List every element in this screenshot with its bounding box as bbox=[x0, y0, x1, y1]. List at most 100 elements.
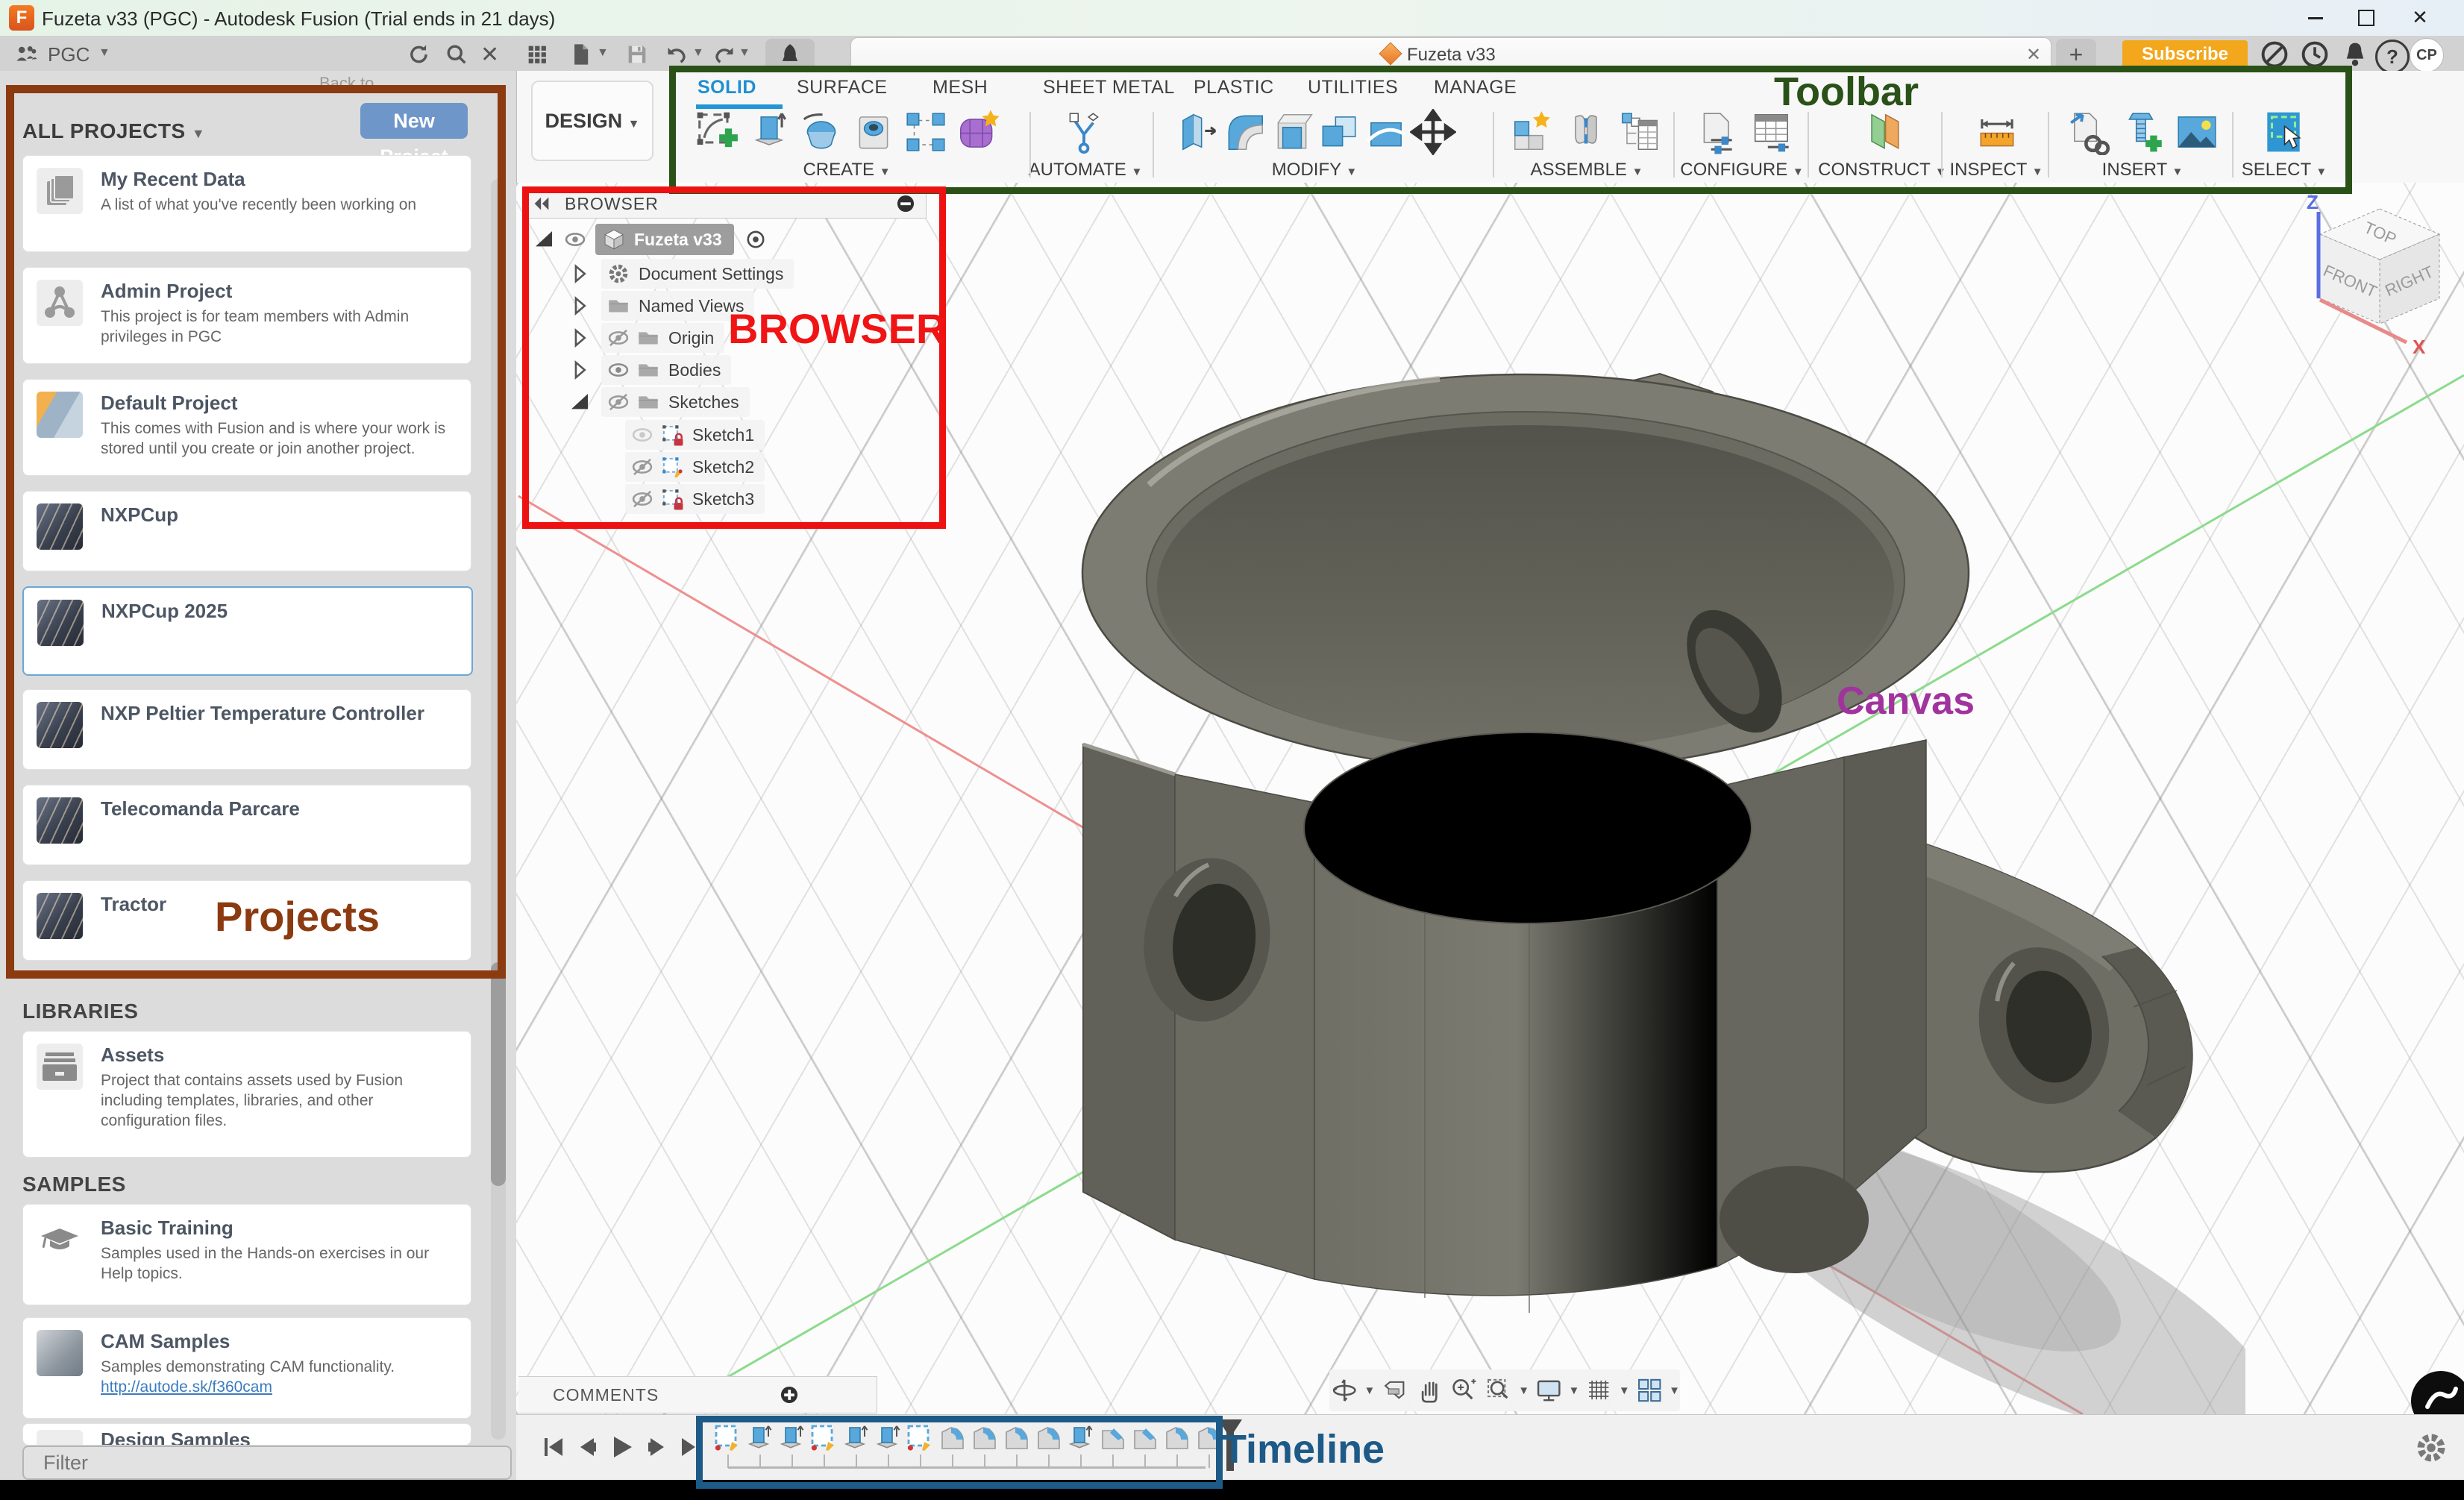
node-chip[interactable]: Sketch1 bbox=[625, 420, 765, 450]
timeline-feature-sketch[interactable] bbox=[713, 1423, 743, 1453]
sample-card-cam-samples[interactable]: CAM Samples Samples demonstrating CAM fu… bbox=[22, 1317, 471, 1419]
eye-icon[interactable] bbox=[606, 357, 631, 383]
notifications-bell-icon[interactable] bbox=[2339, 39, 2371, 70]
eye-slash-icon[interactable] bbox=[630, 486, 655, 512]
bom-icon[interactable] bbox=[1617, 109, 1663, 155]
new-document-icon[interactable] bbox=[565, 42, 595, 67]
timeline-feature-fillet[interactable] bbox=[970, 1423, 1000, 1453]
projects-filter-header[interactable]: ALL PROJECTS ▼ bbox=[22, 119, 205, 143]
tab-utilities[interactable]: UTILITIES bbox=[1308, 77, 1398, 98]
viewports-icon[interactable] bbox=[1634, 1374, 1664, 1407]
collapsed-arrow-icon[interactable] bbox=[567, 325, 592, 351]
timeline-feature-fillet[interactable] bbox=[1034, 1423, 1064, 1453]
timeline-feature-sketch[interactable] bbox=[906, 1423, 935, 1453]
group-inspect[interactable]: INSPECT ▼ bbox=[1949, 160, 2043, 181]
back-link[interactable]: Back to bbox=[319, 74, 374, 93]
automate-icon[interactable] bbox=[1061, 109, 1107, 155]
timeline-feature-chamfer[interactable] bbox=[1098, 1423, 1128, 1453]
clear-search-icon[interactable]: ✕ bbox=[480, 42, 499, 68]
tree-row-sketch1[interactable]: Sketch1 bbox=[625, 419, 765, 451]
workspace-selector[interactable]: DESIGN ▼ bbox=[531, 81, 653, 161]
node-chip[interactable]: Document Settings bbox=[601, 259, 794, 289]
activate-component-radio-icon[interactable] bbox=[743, 227, 768, 252]
tab-manage[interactable]: MANAGE bbox=[1434, 77, 1517, 98]
team-name[interactable]: PGC bbox=[48, 43, 90, 66]
panel-scrollbar-thumb[interactable] bbox=[491, 962, 506, 1186]
tree-row-bodies[interactable]: Bodies bbox=[567, 354, 731, 386]
group-configure[interactable]: CONFIGURE ▼ bbox=[1680, 160, 1804, 181]
new-document-chevron-icon[interactable]: ▼ bbox=[597, 46, 609, 60]
node-chip[interactable]: Sketches bbox=[601, 387, 750, 417]
redo-chevron-icon[interactable]: ▼ bbox=[739, 46, 750, 60]
orbit-icon[interactable] bbox=[1329, 1374, 1359, 1407]
eye-slash-icon[interactable] bbox=[606, 389, 631, 415]
tree-row-origin[interactable]: Origin bbox=[567, 322, 724, 354]
search-icon[interactable] bbox=[442, 42, 471, 67]
timeline-feature-fillet[interactable] bbox=[1162, 1423, 1192, 1453]
timeline-feature-sketch[interactable] bbox=[809, 1423, 839, 1453]
timeline-feature-extrude[interactable] bbox=[874, 1423, 903, 1453]
new-project-button[interactable]: New Project bbox=[360, 103, 468, 139]
fit-icon[interactable] bbox=[1484, 1374, 1514, 1407]
project-card-telecomanda[interactable]: Telecomanda Parcare bbox=[22, 785, 471, 865]
display-settings-icon[interactable] bbox=[1534, 1374, 1564, 1407]
sample-card-basic-training[interactable]: Basic Training Samples used in the Hands… bbox=[22, 1204, 471, 1305]
tree-root-row[interactable]: Fuzeta v33 bbox=[531, 224, 768, 255]
refresh-icon[interactable] bbox=[404, 42, 434, 67]
grid-settings-icon[interactable] bbox=[1584, 1374, 1614, 1407]
tab-plastic[interactable]: PLASTIC bbox=[1194, 77, 1274, 98]
apps-grid-icon[interactable] bbox=[522, 42, 552, 67]
eye-dim-icon[interactable] bbox=[630, 422, 655, 448]
revolve-icon[interactable] bbox=[798, 109, 844, 155]
redo-icon[interactable] bbox=[709, 42, 739, 67]
close-window-button[interactable]: ✕ bbox=[2404, 6, 2436, 28]
timeline-feature-extrude[interactable] bbox=[841, 1423, 871, 1453]
collapsed-arrow-icon[interactable] bbox=[567, 357, 592, 383]
tree-row-sketches[interactable]: Sketches bbox=[567, 386, 750, 418]
timeline-feature-fillet[interactable] bbox=[938, 1423, 968, 1453]
comments-bar[interactable]: COMMENTS bbox=[518, 1376, 877, 1413]
tree-row-sketch3[interactable]: Sketch3 bbox=[625, 483, 765, 515]
collapsed-arrow-icon[interactable] bbox=[567, 261, 592, 286]
help-icon[interactable]: ? bbox=[2375, 40, 2410, 74]
node-chip[interactable]: Origin bbox=[601, 323, 724, 353]
expanded-arrow-icon[interactable] bbox=[531, 227, 557, 252]
avatar[interactable]: CP bbox=[2410, 38, 2444, 72]
grid-chevron-icon[interactable]: ▼ bbox=[1619, 1384, 1630, 1397]
timeline-feature-extrude[interactable] bbox=[745, 1423, 775, 1453]
timeline-go-to-end-button[interactable] bbox=[676, 1432, 706, 1462]
select-icon[interactable] bbox=[2260, 109, 2307, 155]
timeline-feature-chamfer[interactable] bbox=[1130, 1423, 1160, 1453]
project-card-my-recent-data[interactable]: My Recent Data A list of what you've rec… bbox=[22, 155, 471, 252]
view-cube[interactable]: TOP FRONT RIGHT Z X bbox=[2296, 188, 2464, 356]
insert-canvas-icon[interactable] bbox=[2174, 109, 2220, 155]
library-card-assets[interactable]: Assets Project that contains assets used… bbox=[22, 1031, 471, 1158]
timeline-feature-extrude[interactable] bbox=[777, 1423, 807, 1453]
timeline-step-forward-button[interactable] bbox=[642, 1432, 671, 1462]
tab-sheet-metal[interactable]: SHEET METAL bbox=[1043, 77, 1175, 98]
document-tab[interactable]: Fuzeta v33 ✕ bbox=[850, 37, 2051, 72]
timeline-step-back-button[interactable] bbox=[573, 1432, 603, 1462]
model-3d-clamp[interactable] bbox=[1037, 351, 2245, 1440]
group-select[interactable]: SELECT ▼ bbox=[2242, 160, 2327, 181]
panel-scrollbar-track[interactable] bbox=[491, 179, 506, 1440]
group-construct[interactable]: CONSTRUCT ▼ bbox=[1818, 160, 1946, 181]
split-body-icon[interactable] bbox=[1363, 109, 1409, 155]
node-chip[interactable]: Bodies bbox=[601, 355, 731, 385]
collapse-panel-icon[interactable] bbox=[529, 191, 554, 216]
undo-icon[interactable] bbox=[662, 42, 692, 67]
root-node-chip[interactable]: Fuzeta v33 bbox=[595, 224, 734, 255]
timeline-play-button[interactable] bbox=[607, 1432, 637, 1462]
minimize-button[interactable] bbox=[2299, 6, 2332, 28]
new-component-icon[interactable] bbox=[1509, 109, 1555, 155]
eye-slash-icon[interactable] bbox=[606, 325, 631, 351]
visibility-eye-icon[interactable] bbox=[562, 227, 588, 252]
timeline-feature-fillet[interactable] bbox=[1002, 1423, 1032, 1453]
create-sketch-icon[interactable] bbox=[694, 109, 740, 155]
collapsed-arrow-icon[interactable] bbox=[567, 293, 592, 318]
create-form-icon[interactable] bbox=[955, 109, 1001, 155]
ideas-icon[interactable] bbox=[2259, 39, 2290, 70]
close-tab-icon[interactable]: ✕ bbox=[2026, 44, 2041, 66]
tab-surface[interactable]: SURFACE bbox=[797, 77, 888, 98]
filter-input[interactable] bbox=[22, 1446, 512, 1480]
